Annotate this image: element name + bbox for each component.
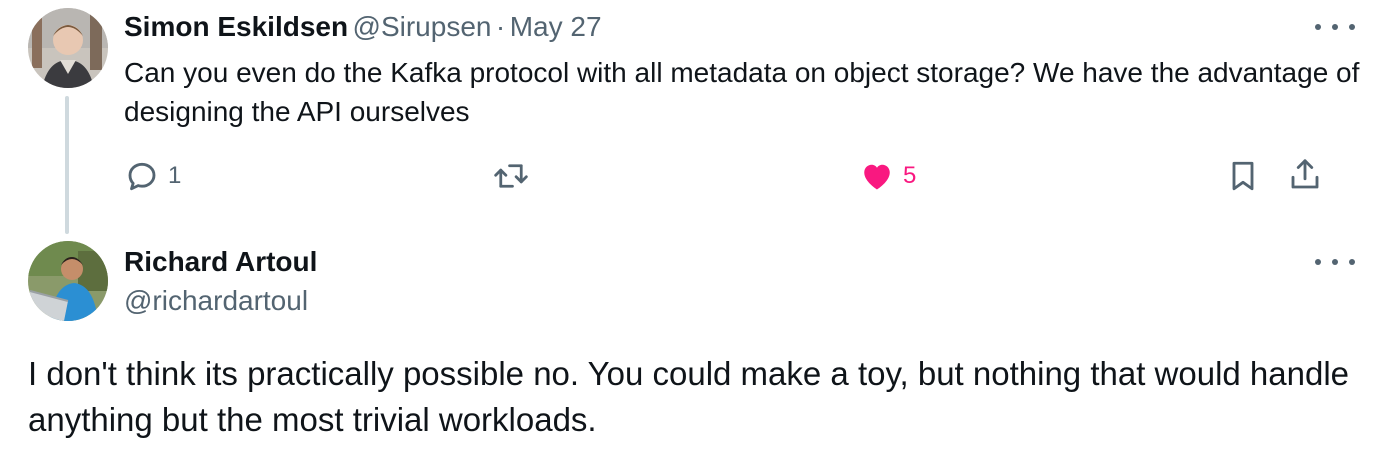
avatar-richard[interactable] bbox=[28, 241, 108, 321]
more-icon bbox=[1315, 24, 1321, 30]
more-icon bbox=[1315, 259, 1321, 265]
more-options-button[interactable] bbox=[1315, 22, 1355, 32]
reply-count: 1 bbox=[168, 162, 182, 189]
share-button[interactable] bbox=[1287, 156, 1323, 194]
share-icon bbox=[1287, 156, 1323, 194]
like-icon bbox=[859, 158, 895, 194]
author-handle[interactable]: @richardartoul bbox=[124, 284, 308, 318]
more-options-button[interactable] bbox=[1315, 257, 1355, 267]
reply-button[interactable]: 1 bbox=[124, 158, 181, 194]
retweet-button[interactable] bbox=[492, 158, 530, 194]
tweet-text-richard: I don't think its practically possible n… bbox=[28, 355, 1350, 438]
like-button[interactable]: 5 bbox=[859, 158, 916, 194]
author-name[interactable]: Richard Artoul bbox=[124, 245, 317, 279]
bookmark-icon bbox=[1226, 158, 1260, 194]
author-name[interactable]: Simon Eskildsen bbox=[124, 11, 348, 42]
tweet-header-simon: Simon Eskildsen @Sirupsen · May 27 bbox=[124, 10, 602, 44]
tweet-text-simon: Can you even do the Kafka protocol with … bbox=[124, 57, 1360, 127]
like-count: 5 bbox=[903, 162, 917, 189]
retweet-icon bbox=[492, 158, 530, 194]
bookmark-button[interactable] bbox=[1226, 158, 1260, 194]
thread-connector-line bbox=[65, 96, 69, 234]
reply-icon bbox=[124, 158, 160, 194]
avatar-simon[interactable] bbox=[28, 8, 108, 88]
header-separator: · bbox=[495, 11, 506, 42]
author-handle[interactable]: @Sirupsen bbox=[353, 11, 492, 42]
tweet-date[interactable]: May 27 bbox=[510, 11, 602, 42]
